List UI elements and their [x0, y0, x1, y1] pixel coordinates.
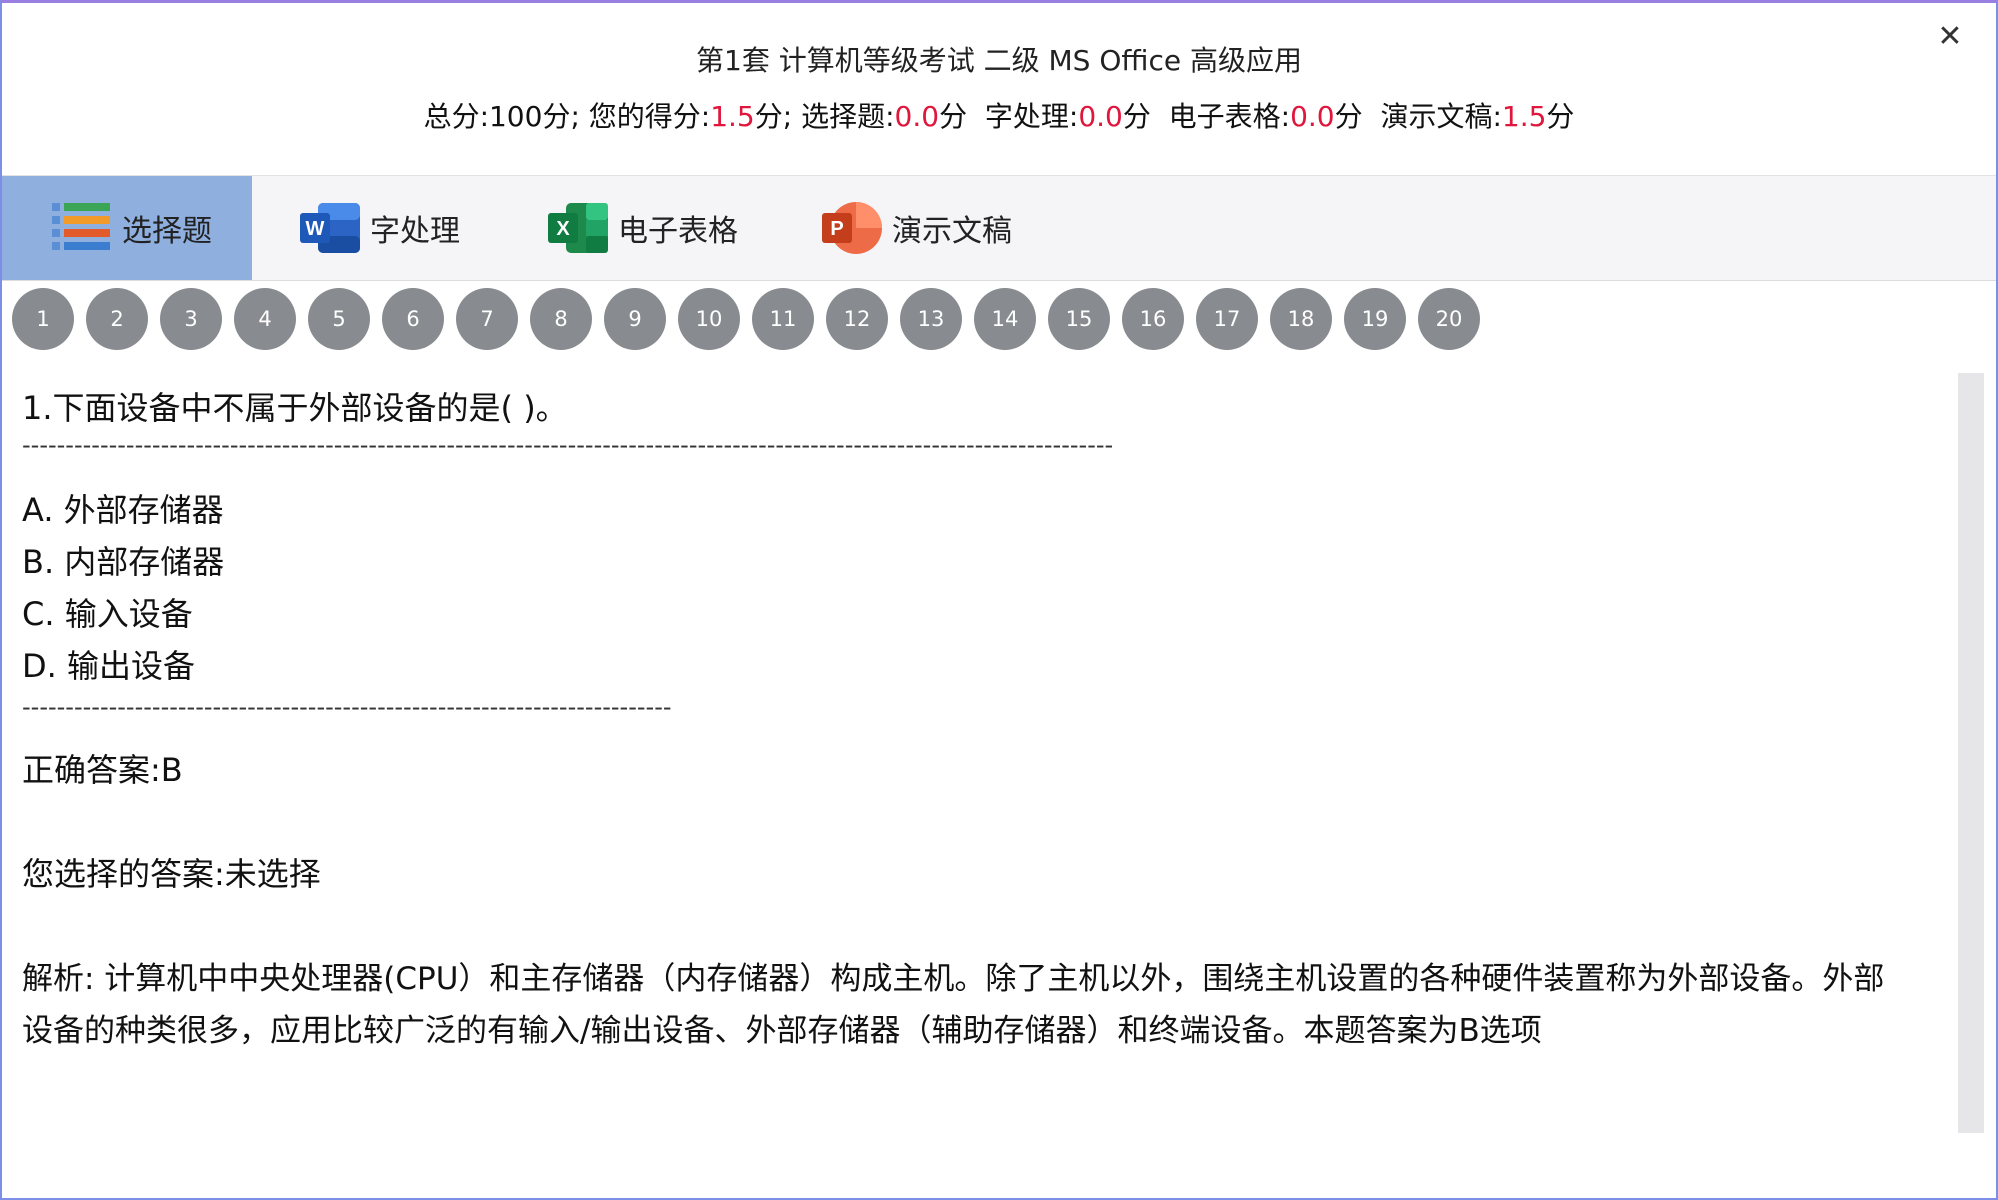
list-icon — [52, 203, 110, 250]
question-number-button[interactable]: 10 — [678, 288, 740, 350]
tab-bar: 选择题 W 字处理 X 电子表格 P 演示文稿 — [2, 175, 1996, 281]
question-number-button[interactable]: 8 — [530, 288, 592, 350]
your-score-label: 您的得分: — [588, 100, 711, 133]
close-icon: ✕ — [1937, 19, 1963, 54]
question-number-button[interactable]: 4 — [234, 288, 296, 350]
tab-powerpoint[interactable]: P 演示文稿 — [822, 176, 1012, 280]
question-number-button[interactable]: 15 — [1048, 288, 1110, 350]
header: 第1套 计算机等级考试 二级 MS Office 高级应用 总分:100分; 您… — [2, 3, 1996, 175]
question-number-button[interactable]: 18 — [1270, 288, 1332, 350]
total-score: 总分:100分; — [423, 100, 589, 133]
question-number-button[interactable]: 5 — [308, 288, 370, 350]
question-number-button[interactable]: 20 — [1418, 288, 1480, 350]
word-score-label: 字处理: — [984, 100, 1079, 133]
tab-label: 电子表格 — [618, 214, 738, 249]
question-number-button[interactable]: 16 — [1122, 288, 1184, 350]
question-number-button[interactable]: 11 — [752, 288, 814, 350]
tab-excel[interactable]: X 电子表格 — [548, 176, 738, 280]
question-number-button[interactable]: 17 — [1196, 288, 1258, 350]
svg-text:P: P — [830, 218, 843, 240]
question-number-button[interactable]: 3 — [160, 288, 222, 350]
question-number-button[interactable]: 12 — [826, 288, 888, 350]
divider-long: ----------------------------------------… — [22, 431, 1114, 459]
your-answer: 您选择的答案:未选择 — [22, 855, 321, 893]
choice-score-value: 0.0 — [894, 100, 940, 133]
your-score-unit: 分; — [754, 100, 802, 133]
excel-icon: X — [548, 203, 608, 253]
svg-text:X: X — [556, 218, 570, 240]
close-button[interactable]: ✕ — [1932, 19, 1968, 55]
question-number-button[interactable]: 6 — [382, 288, 444, 350]
question-number-button[interactable]: 13 — [900, 288, 962, 350]
excel-score-label: 电子表格: — [1168, 100, 1291, 133]
explanation-line-1: 解析: 计算机中中央处理器(CPU）和主存储器（内存储器）构成主机。除了主机以外… — [22, 961, 1885, 997]
question-number-button[interactable]: 7 — [456, 288, 518, 350]
divider-short: ----------------------------------------… — [22, 693, 672, 721]
tab-label: 选择题 — [122, 214, 212, 249]
word-score-unit: 分 — [1122, 100, 1169, 133]
tab-label: 字处理 — [370, 214, 460, 249]
choice-score-unit: 分 — [939, 100, 985, 133]
excel-score-value: 0.0 — [1290, 100, 1335, 133]
question-number-button[interactable]: 9 — [604, 288, 666, 350]
correct-answer: 正确答案:B — [22, 751, 183, 789]
question-text: 1.下面设备中不属于外部设备的是( )。 — [22, 389, 568, 427]
question-number-button[interactable]: 2 — [86, 288, 148, 350]
explanation-line-2: 设备的种类很多，应用比较广泛的有输入/输出设备、外部存储器（辅助存储器）和终端设… — [22, 1013, 1542, 1049]
tab-label: 演示文稿 — [892, 214, 1012, 249]
tab-word[interactable]: W 字处理 — [300, 176, 460, 280]
question-number-button[interactable]: 19 — [1344, 288, 1406, 350]
vertical-scrollbar[interactable] — [1958, 373, 1984, 1133]
exam-window: 第1套 计算机等级考试 二级 MS Office 高级应用 总分:100分; 您… — [0, 0, 1998, 1200]
tab-choice[interactable]: 选择题 — [2, 176, 252, 280]
word-icon: W — [300, 203, 360, 253]
option-d: D. 输出设备 — [22, 647, 195, 685]
exam-title: 第1套 计算机等级考试 二级 MS Office 高级应用 — [696, 44, 1302, 77]
option-b: B. 内部存储器 — [22, 543, 225, 581]
powerpoint-icon: P — [822, 202, 882, 254]
choice-score-label: 选择题: — [801, 100, 895, 133]
ppt-score-value: 1.5 — [1501, 100, 1547, 133]
excel-score-unit: 分 — [1334, 100, 1381, 133]
question-number-button[interactable]: 1 — [12, 288, 74, 350]
option-a: A. 外部存储器 — [22, 491, 224, 529]
question-number-button[interactable]: 14 — [974, 288, 1036, 350]
your-score-value: 1.5 — [710, 100, 755, 133]
ppt-score-label: 演示文稿: — [1380, 100, 1502, 133]
option-c: C. 输入设备 — [22, 595, 193, 633]
svg-text:W: W — [306, 218, 325, 240]
ppt-score-unit: 分 — [1546, 100, 1575, 133]
score-summary: 总分:100分; 您的得分:1.5分; 选择题:0.0分 字处理:0.0分 电子… — [2, 95, 1996, 135]
word-score-value: 0.0 — [1078, 100, 1123, 133]
